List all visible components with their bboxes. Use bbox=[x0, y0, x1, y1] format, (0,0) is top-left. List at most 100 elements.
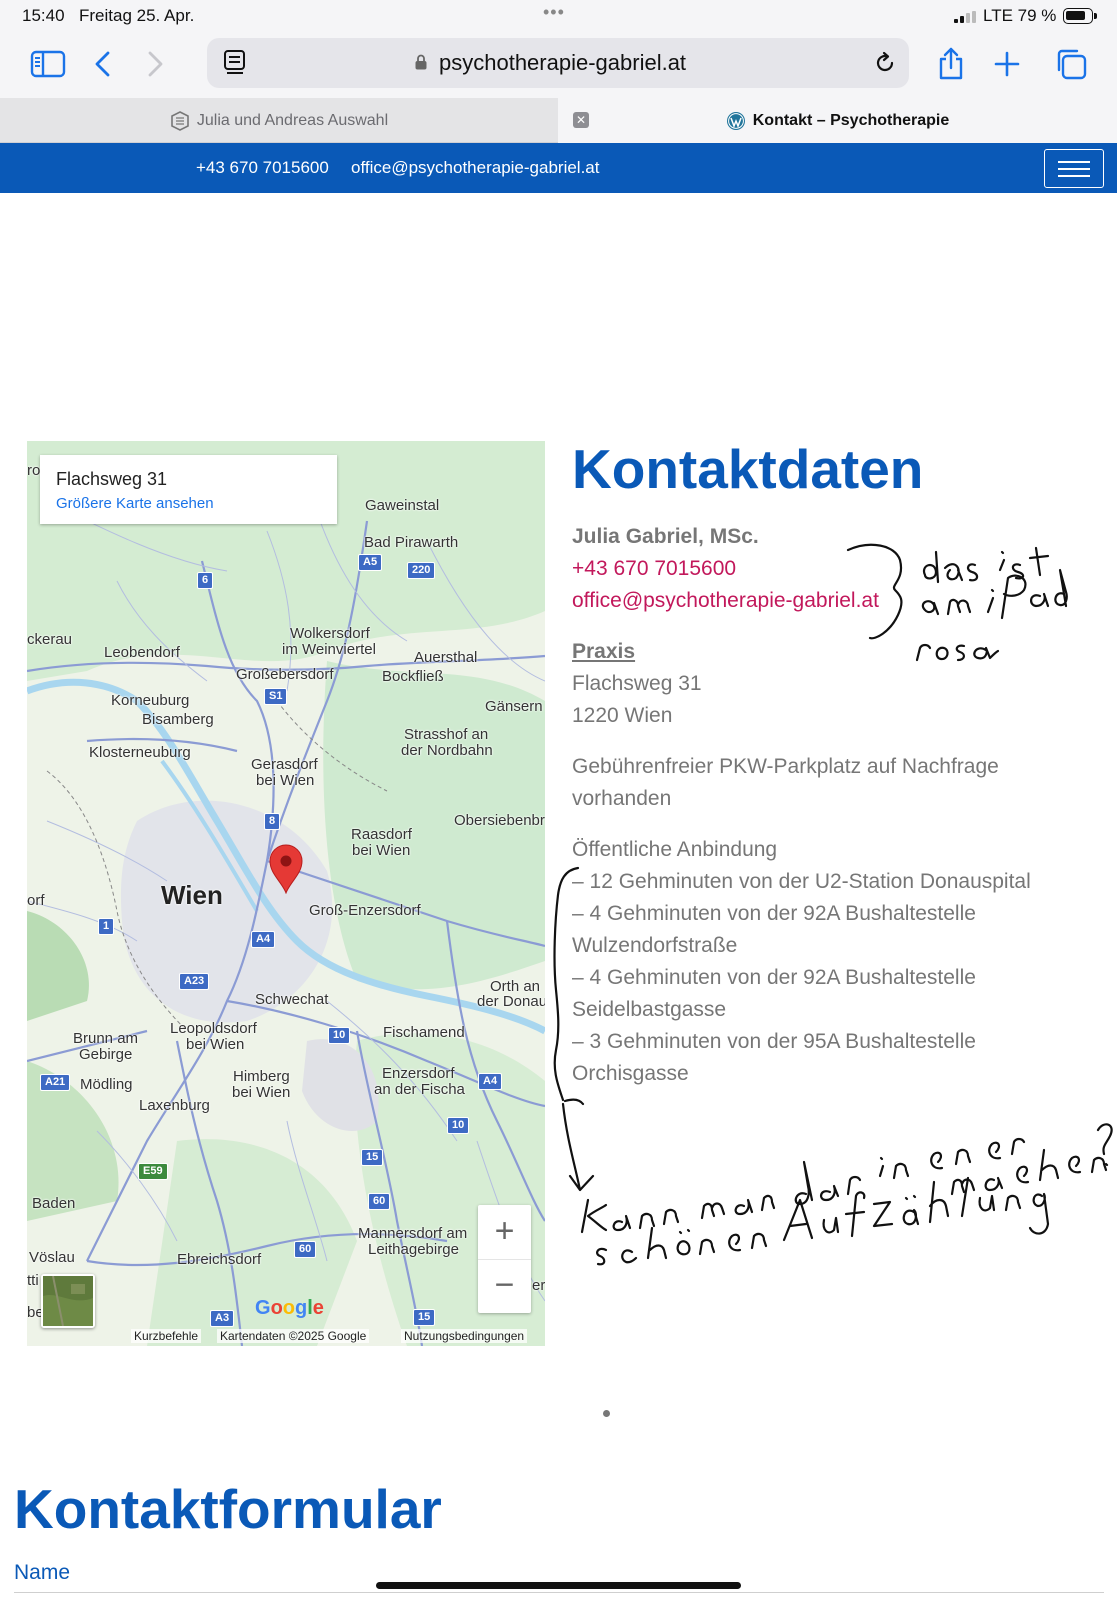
forward-icon[interactable] bbox=[140, 42, 170, 86]
carousel-dot bbox=[603, 1410, 610, 1417]
map-label: der Donau bbox=[477, 993, 545, 1010]
address-bar[interactable]: psychotherapie-gabriel.at bbox=[207, 38, 909, 88]
transit-line: – 4 Gehminuten von der 92A Bushaltestell… bbox=[572, 966, 976, 989]
topbar-phone-link[interactable]: +43 670 7015600 bbox=[196, 158, 329, 178]
transit-line: Orchisgasse bbox=[572, 1062, 689, 1085]
reload-icon[interactable] bbox=[873, 51, 897, 80]
map-label: Strasshof an bbox=[404, 726, 489, 743]
tab-julia-andreas[interactable]: Julia und Andreas Auswahl bbox=[0, 98, 558, 143]
browser-toolbar: psychotherapie-gabriel.at bbox=[0, 32, 1117, 98]
map-label: bei Wien bbox=[256, 772, 315, 789]
tab-label: Kontakt – Psychotherapie bbox=[752, 111, 950, 129]
road-shield: S1 bbox=[264, 688, 288, 705]
map-label: Gebirge bbox=[79, 1046, 133, 1063]
zoom-out-button[interactable]: − bbox=[478, 1259, 531, 1313]
map-place-title: Flachsweg 31 bbox=[56, 469, 168, 489]
map-label: er bbox=[532, 1277, 545, 1294]
map-label: Gänsern bbox=[485, 698, 543, 715]
practice-street: Flachsweg 31 bbox=[572, 672, 702, 695]
map-label: Vöslau bbox=[29, 1249, 75, 1266]
terms-link[interactable]: Nutzungsbedingungen bbox=[401, 1329, 528, 1343]
zoom-control: + − bbox=[478, 1205, 531, 1313]
hamburger-menu-button[interactable] bbox=[1044, 149, 1104, 188]
map-label: Mödling bbox=[80, 1076, 133, 1093]
map-label: tti bbox=[27, 1272, 39, 1289]
map-label: Leithagebirge bbox=[368, 1241, 459, 1258]
back-icon[interactable] bbox=[88, 42, 118, 86]
contact-phone-link[interactable]: +43 670 7015600 bbox=[572, 553, 736, 585]
map-label: Gaweinstal bbox=[365, 497, 440, 514]
road-shield: A23 bbox=[179, 973, 210, 990]
tab-label: Julia und Andreas Auswahl bbox=[196, 111, 389, 129]
topbar-email-link[interactable]: office@psychotherapie-gabriel.at bbox=[351, 158, 599, 178]
road-shield: E59 bbox=[138, 1163, 168, 1180]
transit-heading: Öffentliche Anbindung bbox=[572, 838, 778, 861]
contact-email-link[interactable]: office@psychotherapie-gabriel.at bbox=[572, 585, 879, 617]
map-label: Mannersdorf am bbox=[358, 1225, 468, 1242]
url-text: psychotherapie-gabriel.at bbox=[439, 50, 687, 75]
annotation-arrow bbox=[561, 1102, 595, 1192]
transit-line: Seidelbastgasse bbox=[572, 998, 727, 1021]
map-label: bei Wien bbox=[186, 1036, 245, 1053]
tab-overview-icon[interactable] bbox=[1053, 42, 1089, 86]
road-shield: 6 bbox=[197, 572, 214, 589]
map-label: im Weinviertel bbox=[282, 641, 376, 658]
practice-heading: Praxis bbox=[572, 640, 636, 663]
map-label: Bad Pirawarth bbox=[364, 534, 459, 551]
multitasking-dots-icon[interactable]: ••• bbox=[543, 2, 565, 23]
map-label: bei Wien bbox=[352, 842, 411, 859]
road-shield: 15 bbox=[361, 1149, 384, 1166]
parking-info: vorhanden bbox=[572, 787, 672, 810]
road-shield: 60 bbox=[294, 1241, 317, 1258]
map-label: Korneuburg bbox=[111, 692, 190, 709]
road-shield: A4 bbox=[478, 1073, 503, 1090]
favicon-icon bbox=[171, 110, 189, 131]
google-logo: Google bbox=[255, 1297, 324, 1319]
road-shield: 60 bbox=[368, 1193, 391, 1210]
road-shield: 15 bbox=[413, 1309, 436, 1326]
site-topbar: +43 670 7015600 office@psychotherapie-ga… bbox=[0, 143, 1117, 193]
transit-line: Wulzendorfstraße bbox=[572, 934, 738, 957]
map-label: Laxenburg bbox=[139, 1097, 210, 1114]
contact-heading: Kontaktdaten bbox=[572, 438, 924, 500]
share-icon[interactable] bbox=[935, 42, 967, 86]
tab-kontakt[interactable]: Kontakt – Psychotherapie bbox=[558, 98, 1117, 143]
map-label: orf bbox=[27, 892, 45, 909]
contact-name: Julia Gabriel, MSc. bbox=[572, 525, 759, 548]
map-label: Fischamend bbox=[383, 1024, 465, 1041]
map-label: Leopoldsdorf bbox=[170, 1020, 257, 1037]
map-label: Klosterneuburg bbox=[89, 744, 191, 761]
tab-bar: Julia und Andreas Auswahl Kontakt – Psyc… bbox=[0, 98, 1117, 143]
sidebar-icon[interactable] bbox=[28, 42, 68, 86]
map-label-wien: Wien bbox=[161, 880, 223, 910]
map-footer: Kurzbefehle Kartendaten ©2025 Google Nut… bbox=[27, 1325, 545, 1346]
reader-mode-icon[interactable] bbox=[223, 49, 247, 82]
larger-map-link[interactable]: Größere Karte ansehen bbox=[56, 495, 214, 512]
road-shield: A21 bbox=[40, 1074, 71, 1091]
lock-icon bbox=[415, 54, 427, 70]
map-label: Baden bbox=[32, 1195, 76, 1212]
map-label: Groß-Enzersdorf bbox=[309, 902, 421, 919]
name-field-label: Name bbox=[14, 1561, 71, 1584]
map-label: Obersiebenbr bbox=[454, 812, 545, 829]
road-shield: A5 bbox=[358, 554, 383, 571]
location-pin-icon[interactable] bbox=[268, 844, 304, 894]
google-map[interactable]: ro Gaweinstal Bad Pirawarth ckerau Leobe… bbox=[27, 441, 545, 1346]
zoom-in-button[interactable]: + bbox=[478, 1205, 531, 1259]
home-indicator[interactable] bbox=[376, 1582, 741, 1589]
map-label: Schwechat bbox=[255, 991, 329, 1008]
map-label: an der Fischa bbox=[374, 1081, 465, 1098]
road-shield: 1 bbox=[98, 918, 115, 935]
status-time: 15:40 bbox=[22, 6, 65, 25]
map-label: Bockfließ bbox=[382, 668, 444, 685]
keyboard-shortcuts-link[interactable]: Kurzbefehle bbox=[131, 1329, 202, 1343]
practice-city: 1220 Wien bbox=[572, 704, 673, 727]
satellite-view-toggle[interactable] bbox=[41, 1274, 95, 1328]
close-tab-icon[interactable]: ✕ bbox=[573, 112, 589, 128]
name-input[interactable] bbox=[14, 1592, 1104, 1593]
status-date: Freitag 25. Apr. bbox=[79, 6, 195, 25]
new-tab-icon[interactable] bbox=[992, 42, 1022, 86]
road-shield: A4 bbox=[251, 931, 276, 948]
transit-line: – 12 Gehminuten von der U2-Station Donau… bbox=[572, 870, 1031, 893]
map-label: Raasdorf bbox=[351, 826, 412, 843]
